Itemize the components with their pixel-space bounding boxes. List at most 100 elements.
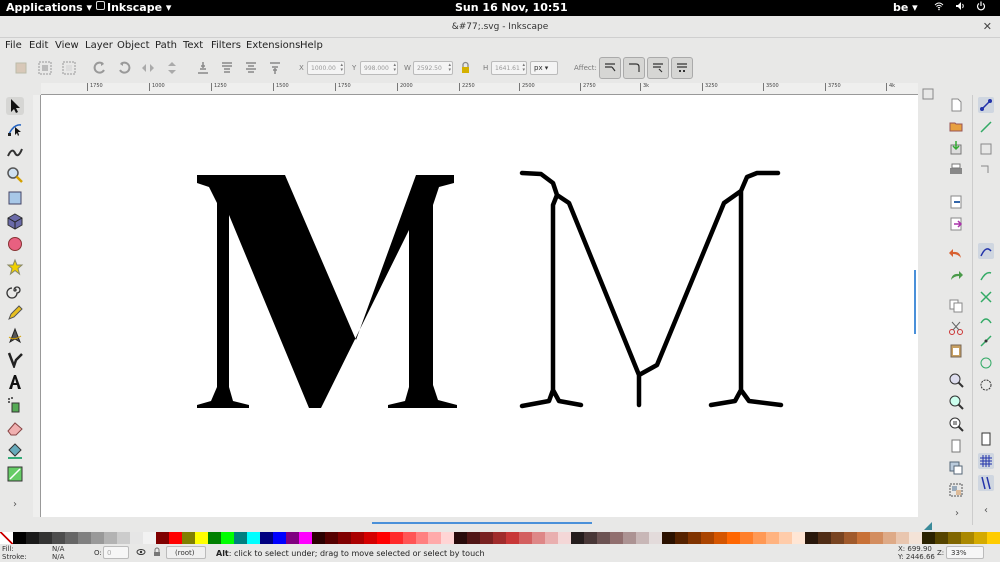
app-menu[interactable]: Inkscape ▾: [107, 1, 171, 14]
color-swatch[interactable]: [856, 532, 870, 544]
snap-nodes-icon[interactable]: [978, 243, 994, 259]
color-swatch[interactable]: [882, 532, 896, 544]
color-swatch[interactable]: [168, 532, 182, 544]
gradient-tool-icon[interactable]: [6, 465, 24, 483]
layer-visibility-icon[interactable]: [136, 547, 146, 559]
color-swatch[interactable]: [908, 532, 922, 544]
menu-edit[interactable]: Edit: [29, 40, 48, 51]
color-swatch[interactable]: [233, 532, 247, 544]
paste-icon[interactable]: [948, 342, 964, 358]
export-icon[interactable]: [948, 216, 964, 232]
color-swatch[interactable]: [12, 532, 26, 544]
menu-extensions[interactable]: Extensions: [246, 40, 300, 51]
duplicate-icon[interactable]: [948, 438, 964, 454]
menu-text[interactable]: Text: [183, 40, 203, 51]
color-swatch[interactable]: [584, 532, 598, 544]
color-swatch[interactable]: [337, 532, 351, 544]
tweak-tool-icon[interactable]: [6, 143, 24, 161]
snap-bbox-corner-icon[interactable]: [978, 163, 994, 179]
calligraphy-tool-icon[interactable]: [6, 350, 24, 370]
group-icon[interactable]: [948, 482, 964, 498]
text-tool-icon[interactable]: [6, 373, 24, 391]
snapbar-expand-icon[interactable]: ‹: [978, 505, 994, 521]
color-swatch[interactable]: [90, 532, 104, 544]
power-icon[interactable]: [976, 1, 986, 14]
snap-page-border-icon[interactable]: [978, 431, 994, 447]
color-swatch[interactable]: [77, 532, 91, 544]
color-swatch[interactable]: [895, 532, 909, 544]
color-swatch[interactable]: [714, 532, 728, 544]
color-swatch[interactable]: [285, 532, 299, 544]
layer-lock-icon[interactable]: [152, 547, 162, 559]
star-tool-icon[interactable]: [6, 258, 24, 276]
width-field[interactable]: 2592.50 ▴ ▾: [413, 61, 453, 75]
ellipse-tool-icon[interactable]: [6, 235, 24, 253]
color-swatch[interactable]: [51, 532, 65, 544]
zoom-field[interactable]: 33%: [946, 546, 984, 559]
color-swatch[interactable]: [467, 532, 481, 544]
color-swatch[interactable]: [64, 532, 78, 544]
color-swatch[interactable]: [506, 532, 520, 544]
color-swatch[interactable]: [25, 532, 39, 544]
color-swatch[interactable]: [129, 532, 143, 544]
open-icon[interactable]: [948, 118, 964, 134]
spiral-tool-icon[interactable]: [6, 281, 24, 299]
height-field[interactable]: 1641.61 ▴ ▾: [491, 61, 527, 75]
copy-icon[interactable]: [948, 298, 964, 314]
color-swatch[interactable]: [934, 532, 948, 544]
rectangle-tool-icon[interactable]: [6, 189, 24, 207]
color-swatch[interactable]: [324, 532, 338, 544]
color-swatch[interactable]: [519, 532, 533, 544]
horizontal-ruler[interactable]: 1750 1000 1250 1500 1750 2000 2250 2500 …: [41, 83, 918, 95]
color-palette[interactable]: [0, 532, 1000, 544]
redo-icon[interactable]: [948, 268, 964, 284]
stroke-value[interactable]: N/A: [52, 553, 64, 561]
toolbox-expand-icon[interactable]: ›: [6, 499, 24, 517]
color-swatch[interactable]: [272, 532, 286, 544]
color-swatch[interactable]: [207, 532, 221, 544]
vertical-scrollbar[interactable]: [914, 270, 916, 334]
color-swatch[interactable]: [116, 532, 130, 544]
color-swatch[interactable]: [701, 532, 715, 544]
wifi-icon[interactable]: [934, 1, 944, 14]
move-gradients-toggle[interactable]: [647, 57, 669, 79]
color-swatch[interactable]: [623, 532, 637, 544]
color-swatch[interactable]: [960, 532, 974, 544]
move-patterns-toggle[interactable]: [671, 57, 693, 79]
color-swatch[interactable]: [376, 532, 390, 544]
color-swatch[interactable]: [441, 532, 455, 544]
3d-box-tool-icon[interactable]: [6, 212, 24, 230]
color-swatch[interactable]: [454, 532, 468, 544]
pencil-tool-icon[interactable]: [6, 304, 24, 322]
import-icon[interactable]: [948, 194, 964, 210]
snap-bbox-icon[interactable]: [978, 119, 994, 135]
menu-filters[interactable]: Filters: [211, 40, 241, 51]
menu-path[interactable]: Path: [155, 40, 177, 51]
color-swatch[interactable]: [921, 532, 935, 544]
unit-select[interactable]: px ▾: [530, 61, 558, 75]
eraser-tool-icon[interactable]: [6, 419, 24, 437]
color-swatch[interactable]: [103, 532, 117, 544]
color-swatch[interactable]: [636, 532, 650, 544]
spray-tool-icon[interactable]: [6, 396, 24, 414]
color-swatch[interactable]: [597, 532, 611, 544]
snap-toggle-icon[interactable]: [978, 97, 994, 113]
color-swatch[interactable]: [389, 532, 403, 544]
zoom-drawing-icon[interactable]: [948, 394, 964, 410]
color-swatch[interactable]: [831, 532, 844, 544]
snap-grid-icon[interactable]: [978, 453, 994, 469]
x-field[interactable]: 1000.00 ▴ ▾: [307, 61, 345, 75]
volume-icon[interactable]: [955, 1, 965, 14]
flip-horizontal-icon[interactable]: [140, 60, 156, 76]
clock[interactable]: Sun 16 Nov, 10:51: [455, 1, 568, 14]
color-swatch[interactable]: [986, 532, 1000, 544]
color-swatch[interactable]: [779, 532, 793, 544]
color-swatch[interactable]: [973, 532, 987, 544]
y-field[interactable]: 998.000 ▴ ▾: [360, 61, 398, 75]
selector-tool-icon[interactable]: [6, 97, 24, 115]
clone-icon[interactable]: [948, 460, 964, 476]
color-swatch[interactable]: [727, 532, 741, 544]
color-swatch[interactable]: [792, 532, 806, 544]
color-swatch[interactable]: [753, 532, 767, 544]
menu-view[interactable]: View: [55, 40, 79, 51]
